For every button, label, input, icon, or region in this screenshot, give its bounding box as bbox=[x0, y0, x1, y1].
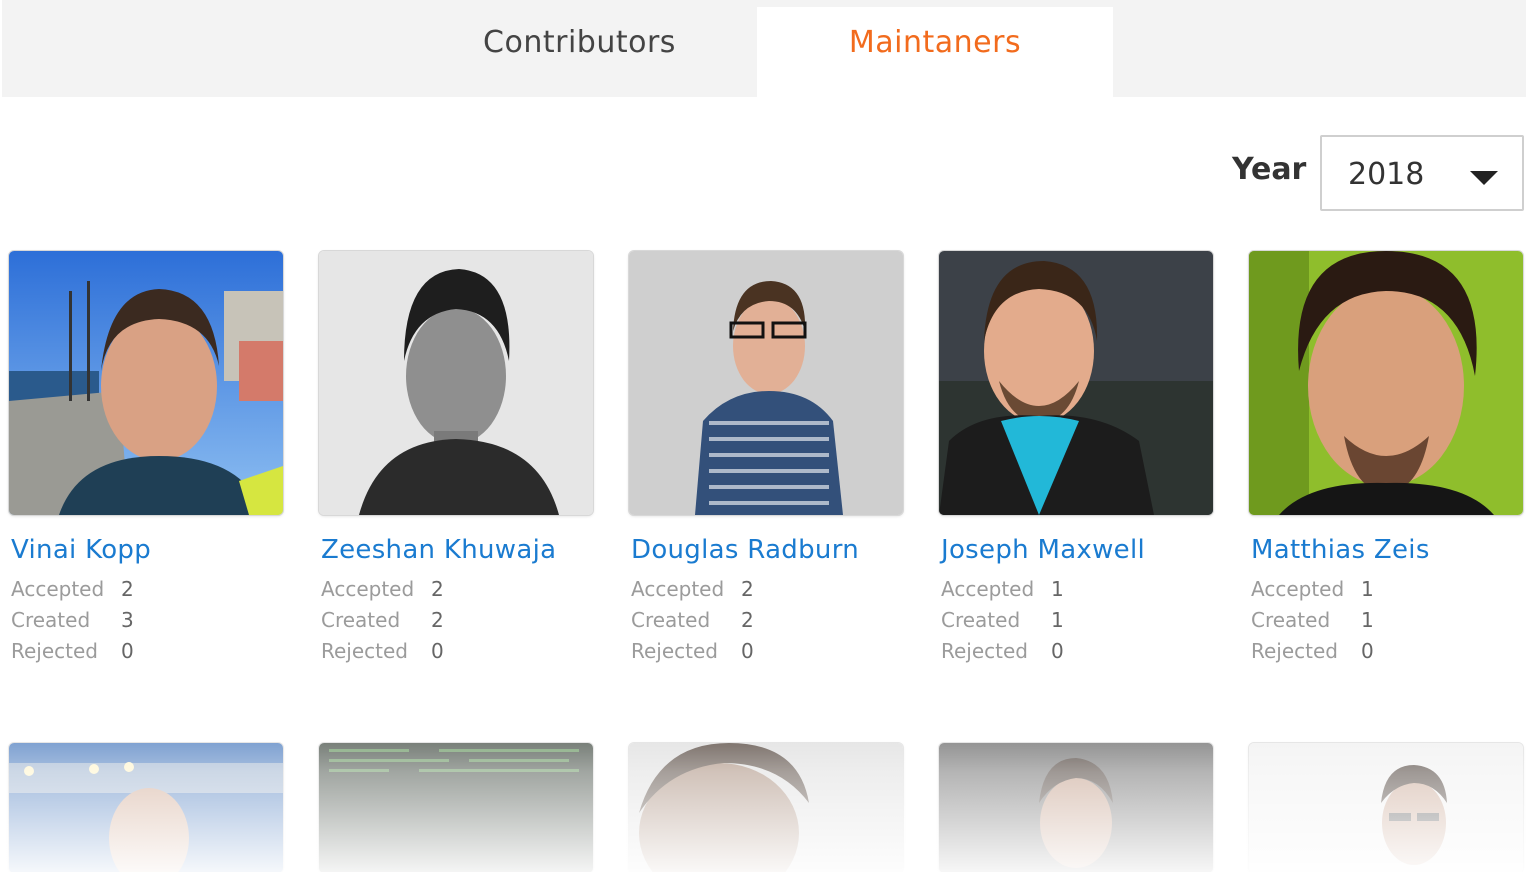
tab-maintainers[interactable]: Maintaners bbox=[757, 7, 1113, 97]
stat-created: Created 3 bbox=[11, 608, 134, 632]
year-select-value: 2018 bbox=[1348, 157, 1425, 192]
stat-rejected: Rejected 0 bbox=[1251, 639, 1374, 663]
maintainer-name[interactable]: Douglas Radburn bbox=[631, 535, 859, 565]
avatar[interactable] bbox=[1249, 743, 1523, 872]
avatar[interactable] bbox=[629, 251, 903, 515]
avatar[interactable] bbox=[939, 743, 1213, 872]
maintainers-page: Contributors Maintaners Year 2018 Vinai … bbox=[0, 0, 1528, 872]
stat-accepted: Accepted 2 bbox=[11, 577, 134, 601]
avatar[interactable] bbox=[1249, 251, 1523, 515]
stat-accepted: Accepted 2 bbox=[631, 577, 754, 601]
stat-created: Created 1 bbox=[941, 608, 1064, 632]
avatar-photo bbox=[1249, 743, 1523, 872]
stat-rejected: Rejected 0 bbox=[11, 639, 134, 663]
year-select[interactable]: 2018 bbox=[1320, 135, 1524, 211]
chevron-down-icon bbox=[1470, 171, 1498, 185]
avatar-photo bbox=[629, 743, 903, 872]
stat-accepted: Accepted 1 bbox=[941, 577, 1064, 601]
stat-rejected: Rejected 0 bbox=[941, 639, 1064, 663]
tab-bar: Contributors Maintaners bbox=[2, 0, 1526, 97]
avatar[interactable] bbox=[9, 251, 283, 515]
tab-maintainers-label: Maintaners bbox=[848, 24, 1022, 60]
avatar-photo bbox=[939, 251, 1213, 515]
avatar[interactable] bbox=[319, 743, 593, 872]
avatar[interactable] bbox=[319, 251, 593, 515]
avatar[interactable] bbox=[939, 251, 1213, 515]
tab-contributors[interactable]: Contributors bbox=[402, 7, 757, 97]
year-filter-label: Year bbox=[1232, 152, 1307, 187]
avatar-photo bbox=[629, 251, 903, 515]
avatar-photo bbox=[9, 743, 283, 872]
stat-rejected: Rejected 0 bbox=[321, 639, 444, 663]
maintainer-name[interactable]: Joseph Maxwell bbox=[941, 535, 1145, 565]
stat-accepted: Accepted 2 bbox=[321, 577, 444, 601]
stat-created: Created 1 bbox=[1251, 608, 1374, 632]
maintainer-name[interactable]: Vinai Kopp bbox=[11, 535, 151, 565]
avatar-photo bbox=[1249, 251, 1523, 515]
stat-created: Created 2 bbox=[321, 608, 444, 632]
avatar[interactable] bbox=[629, 743, 903, 872]
stat-accepted: Accepted 1 bbox=[1251, 577, 1374, 601]
avatar[interactable] bbox=[9, 743, 283, 872]
avatar-photo bbox=[9, 251, 283, 515]
maintainer-name[interactable]: Matthias Zeis bbox=[1251, 535, 1430, 565]
avatar-photo bbox=[319, 743, 593, 872]
avatar-photo bbox=[319, 251, 593, 515]
tab-contributors-label: Contributors bbox=[483, 24, 676, 60]
stat-created: Created 2 bbox=[631, 608, 754, 632]
maintainer-name[interactable]: Zeeshan Khuwaja bbox=[321, 535, 556, 565]
avatar-photo bbox=[939, 743, 1213, 872]
stat-rejected: Rejected 0 bbox=[631, 639, 754, 663]
